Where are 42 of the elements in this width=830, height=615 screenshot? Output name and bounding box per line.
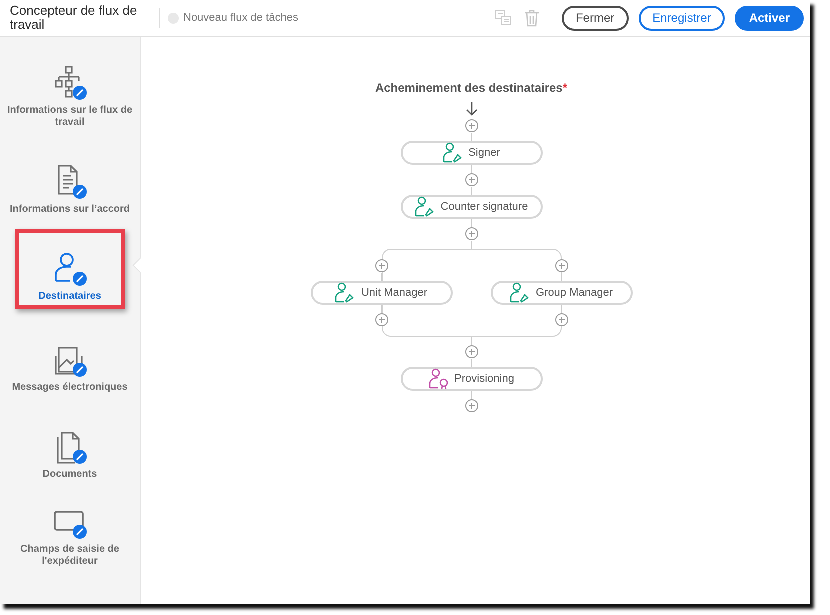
button[interactable]: Fermer bbox=[562, 6, 629, 30]
person-pen-icon bbox=[442, 142, 463, 164]
sidebar-label: Informations sur le flux de travail bbox=[6, 105, 134, 129]
add-icon[interactable] bbox=[554, 313, 568, 327]
trash-icon[interactable] bbox=[524, 10, 540, 26]
button[interactable]: Activer bbox=[735, 6, 804, 30]
button[interactable]: Enregistrer bbox=[638, 6, 726, 30]
person-pen-icon bbox=[335, 282, 356, 304]
add-icon[interactable] bbox=[464, 227, 478, 241]
sidebar-item[interactable]: Champs de saisie de l'expéditeur bbox=[3, 494, 137, 570]
sidebar-label: Messages électroniques bbox=[11, 382, 129, 394]
person-pen-icon bbox=[414, 196, 435, 218]
workflow-name-field[interactable]: Nouveau flux de tâches bbox=[184, 12, 484, 24]
add-icon[interactable] bbox=[374, 313, 388, 327]
recipient-node[interactable]: Unit Manager bbox=[310, 281, 452, 305]
sidebar-item[interactable]: Destinataires bbox=[15, 229, 125, 309]
sidebar-label: Documents bbox=[42, 469, 98, 481]
add-icon[interactable] bbox=[464, 399, 478, 413]
person-badge-icon bbox=[428, 368, 449, 390]
recipient-node[interactable]: Signer bbox=[400, 141, 542, 165]
person-pen-icon bbox=[510, 282, 530, 304]
sidebar-item[interactable]: Messages électroniques bbox=[3, 320, 137, 396]
sidebar-item[interactable]: Informations sur le flux de travail bbox=[3, 55, 137, 131]
duplicate-icon[interactable] bbox=[494, 10, 512, 26]
sidebar-item[interactable]: Documents bbox=[3, 407, 137, 483]
recipient-node[interactable]: Counter signature bbox=[400, 195, 542, 219]
sidebar-item[interactable]: Informations sur l’accord bbox=[3, 142, 137, 218]
add-icon[interactable] bbox=[464, 173, 478, 187]
add-icon[interactable] bbox=[554, 259, 568, 273]
recipient-node[interactable]: Group Manager bbox=[490, 281, 632, 305]
sidebar-label: Informations sur l’accord bbox=[8, 204, 132, 216]
down-arrow-icon bbox=[466, 101, 478, 116]
add-icon[interactable] bbox=[374, 259, 388, 273]
edit-badge-icon bbox=[52, 65, 88, 101]
sidebar-label: Destinataires bbox=[38, 291, 102, 303]
add-icon[interactable] bbox=[464, 119, 478, 133]
sidebar-label: Champs de saisie de l'expéditeur bbox=[20, 544, 120, 568]
diagram-title: Acheminement des destinataires* bbox=[375, 81, 568, 95]
add-icon[interactable] bbox=[464, 345, 478, 359]
recipient-node[interactable]: Provisioning bbox=[400, 367, 542, 391]
edit-badge-icon bbox=[52, 251, 88, 287]
app-title: Concepteur de flux de travail bbox=[10, 4, 138, 32]
